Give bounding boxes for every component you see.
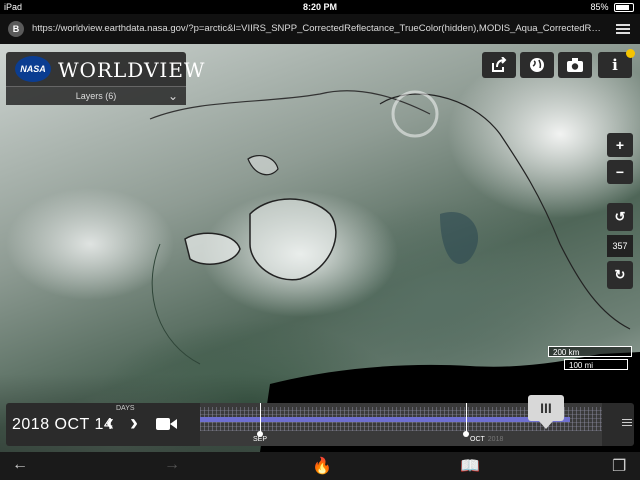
zoom-in-button[interactable]: + [607,133,633,157]
browser-address-bar: B https://worldview.earthdata.nasa.gov/?… [0,14,640,44]
site-favicon: B [8,21,24,37]
zoom-out-button[interactable]: − [607,160,633,184]
fire-icon[interactable]: 🔥 [312,456,332,476]
timeline-handle[interactable]: III [528,395,564,429]
rotate-left-button[interactable]: ↺ [607,203,633,231]
notification-badge [626,49,635,58]
timeline-hide-icon[interactable] [622,417,632,428]
share-icon [492,56,507,72]
camera-icon [567,58,583,72]
date-selector[interactable]: 2018 OCT 14 [12,416,113,434]
worldview-logo[interactable]: NASA WORLDVIEW [6,52,204,86]
month-label-sep: SEP [253,436,268,443]
share-button[interactable] [482,52,516,78]
rotation-value[interactable]: 357 [607,235,633,257]
browser-toolbar: ← → 🔥 📖 ❐ [0,452,640,480]
layers-toggle[interactable]: Layers (6) ⌄ [6,86,186,105]
battery-indicator: 85% [590,0,634,14]
video-camera-icon [156,418,177,430]
prev-day-button[interactable]: ‹ [106,411,124,437]
chevron-right-icon: › [130,409,138,436]
info-icon: i [612,56,618,74]
coastline-overlay [0,90,640,452]
url-field[interactable]: https://worldview.earthdata.nasa.gov/?p=… [32,14,604,44]
rotate-right-button[interactable]: ↻ [607,261,633,289]
scale-mi: 100 mi [564,359,628,370]
data-availability-band [200,417,570,422]
nasa-logo: NASA [15,56,51,82]
satellite-map[interactable] [0,44,640,452]
status-bar: iPad 8:20 PM 85% [0,0,640,14]
battery-percent: 85% [590,2,609,12]
animation-button[interactable] [156,416,178,437]
info-button[interactable]: i [598,49,635,78]
snapshot-button[interactable] [558,52,592,78]
forward-icon[interactable]: → [164,456,180,474]
tabs-icon[interactable]: ❐ [612,456,626,476]
app-title: WORLDVIEW [58,58,206,82]
globe-icon [530,58,544,72]
chevron-left-icon: ‹ [106,409,114,436]
projection-button[interactable] [520,52,554,78]
next-day-button[interactable]: › [130,411,148,437]
browser-menu-icon[interactable] [616,22,630,36]
battery-icon [614,3,634,13]
scale-km: 200 km [548,346,632,357]
month-label-oct: OCT 2018 [470,436,504,443]
clock: 8:20 PM [302,2,337,12]
back-icon[interactable]: ← [12,456,28,474]
rotate-cw-icon: ↻ [614,267,626,282]
layers-label: Layers (6) [75,91,117,101]
rotate-ccw-icon: ↺ [614,209,626,224]
book-icon[interactable]: 📖 [460,456,480,476]
tick-dot-oct [463,431,469,437]
chevron-down-icon: ⌄ [167,89,178,103]
